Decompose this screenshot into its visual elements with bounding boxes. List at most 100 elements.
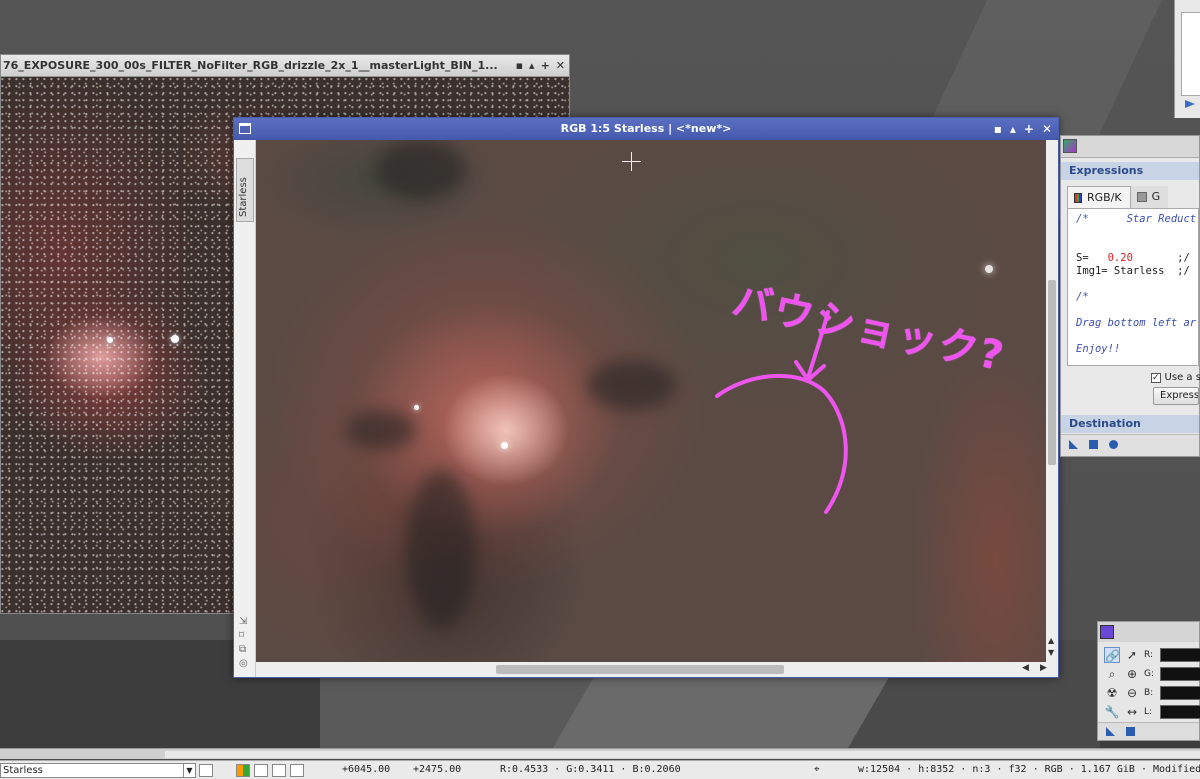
- bright-star: [414, 405, 419, 410]
- readout-row-b: ☢ ⊖ B:: [1104, 684, 1200, 702]
- bright-star: [501, 442, 508, 449]
- bright-star: [985, 265, 993, 273]
- zoom-out-icon[interactable]: ⊖: [1124, 685, 1140, 701]
- iconize-button[interactable]: ▴: [1010, 118, 1016, 140]
- new-instance-icon[interactable]: [1106, 727, 1115, 736]
- destination-section-header[interactable]: Destination: [1061, 415, 1199, 433]
- expression-editor[interactable]: /* Star Reduct S= 0.20 ;/ Img1= Starless…: [1067, 208, 1199, 366]
- crosshair-icon: ⌖: [814, 764, 820, 775]
- scroll-down-icon[interactable]: ▼: [1048, 648, 1054, 657]
- starless-nebula-image[interactable]: [256, 140, 1046, 662]
- code-line: Img1= Starless ;/: [1076, 265, 1190, 277]
- link-icon[interactable]: 🔗: [1104, 647, 1120, 663]
- code-var: S=: [1076, 252, 1108, 264]
- readout-label-r: R:: [1144, 650, 1154, 660]
- window-menu-icon[interactable]: [239, 123, 251, 134]
- workspace-scroll-thumb[interactable]: [165, 751, 1200, 758]
- expressions-section-header[interactable]: Expressions: [1061, 162, 1199, 180]
- radiation-icon[interactable]: ☢: [1104, 685, 1120, 701]
- panel-titlebar[interactable]: [1061, 136, 1199, 158]
- scroll-right-icon[interactable]: ▶: [1040, 663, 1047, 673]
- readout-footer: [1098, 722, 1199, 740]
- bright-star: [107, 337, 113, 343]
- channel-button[interactable]: [272, 764, 286, 777]
- view-selector[interactable]: Starless ▼: [0, 763, 196, 778]
- tab-rgbk[interactable]: RGB/K: [1067, 186, 1131, 208]
- expression-editor-button[interactable]: Express: [1153, 387, 1199, 405]
- pointer-icon[interactable]: ➚: [1124, 647, 1140, 663]
- cursor-x: +6045.00: [342, 764, 391, 775]
- fit-icon[interactable]: ⌑: [239, 630, 248, 641]
- vertical-scrollbar[interactable]: ▲ ▼: [1046, 140, 1058, 662]
- zoom-icon[interactable]: ⌕: [1104, 666, 1120, 682]
- horizontal-scroll-thumb[interactable]: [496, 665, 784, 674]
- maximize-button[interactable]: +: [541, 59, 550, 72]
- maximize-button[interactable]: +: [1024, 118, 1034, 140]
- readout-titlebar[interactable]: [1098, 622, 1199, 642]
- code-line: Enjoy!!: [1076, 343, 1121, 355]
- readout-logo-icon: [1100, 625, 1114, 639]
- apply-icon[interactable]: [1089, 440, 1098, 449]
- copy-icon[interactable]: ⧉: [239, 644, 248, 655]
- rgb-swatch-icon: [1074, 192, 1082, 203]
- tab-rgbk-label: RGB/K: [1087, 190, 1122, 204]
- starless-window-controls: ▪ ▴ + ✕: [994, 118, 1052, 140]
- pixel-values: R:0.4533 · G:0.3411 · B:0.2060: [500, 764, 681, 775]
- view-mode-button[interactable]: [199, 764, 213, 777]
- channel-button[interactable]: [254, 764, 268, 777]
- checkbox-checked-icon[interactable]: ✓: [1151, 372, 1161, 383]
- shade-button[interactable]: ▪: [994, 118, 1002, 140]
- status-bar: Starless ▼ +6045.00 +2475.00 R:0.4533 · …: [0, 760, 1200, 779]
- scroll-up-icon[interactable]: ▲: [1048, 636, 1054, 645]
- readout-label-g: G:: [1144, 669, 1155, 679]
- view-selector-value: Starless: [3, 765, 43, 776]
- chevron-down-icon[interactable]: ▼: [183, 764, 195, 777]
- channel-color-icon[interactable]: [236, 764, 250, 777]
- view-side-bar: Starless ⇲ ⌑ ⧉ ◎: [234, 140, 256, 677]
- channel-button[interactable]: [290, 764, 304, 777]
- apply-icon[interactable]: [1126, 727, 1135, 736]
- code-number: 0.20: [1107, 252, 1133, 264]
- vertical-scroll-thumb[interactable]: [1048, 280, 1056, 465]
- target-icon[interactable]: ◎: [239, 658, 248, 669]
- background-window-title: 76_EXPOSURE_300_00s_FILTER_NoFilter_RGB_…: [3, 59, 498, 72]
- readout-value-r: [1160, 648, 1200, 662]
- starless-window-titlebar[interactable]: RGB 1:5 Starless | <*new*> ▪ ▴ + ✕: [234, 118, 1058, 140]
- readout-value-l: [1160, 705, 1200, 719]
- readout-value-g: [1160, 667, 1200, 681]
- readout-panel[interactable]: 🔗 ➚ R: ⌕ ⊕ G: ☢ ⊖ B: 🔧 ↔ L:: [1097, 621, 1200, 741]
- wrench-icon[interactable]: 🔧: [1104, 704, 1120, 720]
- readout-label-b: B:: [1144, 688, 1154, 698]
- readout-row-r: 🔗 ➚ R:: [1104, 646, 1200, 664]
- pixelmath-logo-icon: [1063, 139, 1077, 153]
- resize-icon[interactable]: ⇲: [239, 616, 248, 627]
- dark-nebula: [346, 410, 416, 450]
- readout-label-l: L:: [1144, 707, 1153, 717]
- checkbox-label: Use a s: [1164, 372, 1200, 383]
- starless-id-tab[interactable]: Starless: [236, 158, 254, 222]
- iconize-button[interactable]: ▴: [529, 59, 535, 72]
- gray-swatch-icon: [1136, 192, 1147, 202]
- background-window-controls: ▪ ▴ + ✕: [516, 59, 565, 72]
- apply-global-icon[interactable]: [1109, 440, 1118, 449]
- workspace-scrollbar[interactable]: [0, 748, 1200, 759]
- tab-g[interactable]: G: [1130, 186, 1169, 208]
- shade-button[interactable]: ▪: [516, 59, 523, 72]
- background-window-titlebar[interactable]: 76_EXPOSURE_300_00s_FILTER_NoFilter_RGB_…: [1, 55, 569, 77]
- scroll-left-icon[interactable]: ◀: [1022, 663, 1029, 673]
- pixelmath-panel[interactable]: Expressions RGB/K G /* Star Reduct S= 0.…: [1060, 135, 1200, 457]
- horizontal-scrollbar[interactable]: ◀ ▶: [256, 662, 1058, 677]
- use-single-expression-checkbox[interactable]: ✓ Use a s: [1151, 372, 1200, 383]
- readout-value-b: [1160, 686, 1200, 700]
- preview-window[interactable]: [1174, 0, 1200, 118]
- zoom-in-icon[interactable]: ⊕: [1124, 666, 1140, 682]
- dark-nebula: [376, 140, 466, 200]
- bright-star: [171, 335, 179, 343]
- close-button[interactable]: ✕: [1042, 118, 1052, 140]
- close-button[interactable]: ✕: [556, 59, 565, 72]
- starless-image-window[interactable]: RGB 1:5 Starless | <*new*> ▪ ▴ + ✕ Starl…: [233, 117, 1059, 678]
- horizontal-arrows-icon[interactable]: ↔: [1124, 704, 1140, 720]
- new-instance-icon[interactable]: [1069, 440, 1078, 449]
- play-icon[interactable]: [1185, 100, 1195, 108]
- tab-g-label: G: [1151, 190, 1161, 203]
